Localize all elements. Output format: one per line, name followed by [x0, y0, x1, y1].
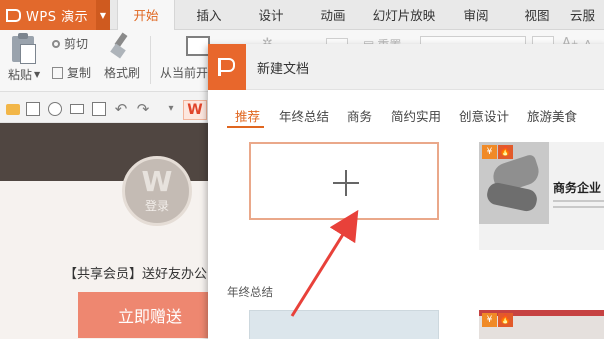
wps-logo-icon: W: [141, 165, 173, 198]
category-creative[interactable]: 创意设计: [459, 106, 509, 125]
wps-logo-icon: [6, 8, 22, 22]
template-subtitle-line: [553, 200, 604, 202]
login-label: 登录: [144, 199, 169, 213]
tab-review[interactable]: 审阅: [450, 0, 502, 30]
template-card-business[interactable]: ¥ 🔥 商务企业: [479, 142, 604, 250]
template-title: 商务企业: [553, 181, 602, 195]
start-page-panel: W 登录 【共享会员】送好友办公 立即赠送: [0, 123, 215, 339]
plus-icon: [333, 170, 359, 196]
tab-view[interactable]: 视图: [512, 0, 562, 30]
hot-badge: 🔥: [498, 313, 513, 327]
tab-insert[interactable]: 插入: [184, 0, 234, 30]
paste-label[interactable]: 粘贴 ▼: [8, 66, 40, 83]
slide-show-icon: [186, 36, 210, 56]
dialog-title: 新建文档: [257, 62, 310, 77]
open-icon[interactable]: [6, 104, 20, 115]
tab-animation[interactable]: 动画: [308, 0, 358, 30]
paste-icon: [12, 33, 36, 64]
paste-button[interactable]: [12, 33, 36, 64]
template-card-year-end-2[interactable]: ¥ 🔥: [479, 310, 604, 339]
tab-cloud[interactable]: 云服: [570, 0, 604, 30]
promo-text: 【共享会员】送好友办公: [64, 267, 208, 282]
dialog-header: 新建文档: [208, 44, 604, 90]
copy-icon: [52, 66, 63, 79]
play-from-current-label[interactable]: 从当前开: [160, 64, 208, 81]
app-menu-button[interactable]: WPS 演示 ▼: [0, 0, 110, 30]
active-tab-indicator: [227, 126, 264, 128]
print-preview-icon[interactable]: [92, 102, 106, 116]
gift-now-button[interactable]: 立即赠送: [78, 292, 215, 338]
ribbon-tab-bar: WPS 演示 ▼ 开始 插入 设计 动画 幻灯片放映 审阅 视图 云服: [0, 0, 604, 31]
ribbon-separator: [150, 36, 151, 84]
scissors-icon: [52, 39, 60, 48]
save-icon[interactable]: [26, 102, 40, 116]
tab-slideshow[interactable]: 幻灯片放映: [368, 0, 440, 30]
tab-design[interactable]: 设计: [246, 0, 296, 30]
format-painter-label[interactable]: 格式刷: [104, 64, 140, 81]
print-icon[interactable]: [70, 104, 84, 114]
wps-logo-icon[interactable]: W: [183, 100, 207, 120]
app-name: WPS 演示: [26, 9, 89, 25]
category-year-end[interactable]: 年终总结: [279, 106, 329, 125]
chevron-down-icon[interactable]: ▾: [164, 102, 178, 116]
chevron-down-icon: ▼: [34, 70, 41, 79]
category-travel-food[interactable]: 旅游美食: [527, 106, 577, 125]
cut-button[interactable]: 剪切: [52, 35, 88, 52]
hot-badge: 🔥: [498, 145, 513, 159]
presentation-logo-icon: [208, 44, 246, 90]
undo-icon[interactable]: ↶: [114, 102, 128, 117]
format-painter-icon: [108, 33, 134, 59]
tab-home[interactable]: 开始: [117, 0, 175, 31]
paid-badge: ¥: [482, 145, 497, 159]
paid-badge: ¥: [482, 313, 497, 327]
blank-document-card[interactable]: [249, 142, 439, 220]
category-simple[interactable]: 简约实用: [391, 106, 441, 125]
new-document-dialog: 新建文档 推荐 年终总结 商务 简约实用 创意设计 旅游美食 ¥ 🔥 商务企业 …: [208, 44, 604, 339]
wps-presentation-window: WPS 演示 ▼ 开始 插入 设计 动画 幻灯片放映 审阅 视图 云服 粘贴 ▼ …: [0, 0, 604, 339]
template-subtitle-line: [553, 206, 604, 208]
copy-button[interactable]: 复制: [52, 64, 91, 81]
template-card-year-end-1[interactable]: [249, 310, 439, 339]
redo-icon[interactable]: ↷: [136, 102, 150, 117]
section-heading-year-end: 年终总结: [227, 285, 273, 299]
category-recommended[interactable]: 推荐: [235, 106, 260, 125]
login-avatar[interactable]: W 登录: [122, 156, 192, 226]
play-from-current-button[interactable]: [186, 36, 210, 56]
category-business[interactable]: 商务: [347, 106, 372, 125]
format-painter-button[interactable]: [108, 33, 134, 59]
export-pdf-icon[interactable]: [48, 102, 62, 116]
chevron-down-icon[interactable]: ▼: [96, 0, 110, 30]
